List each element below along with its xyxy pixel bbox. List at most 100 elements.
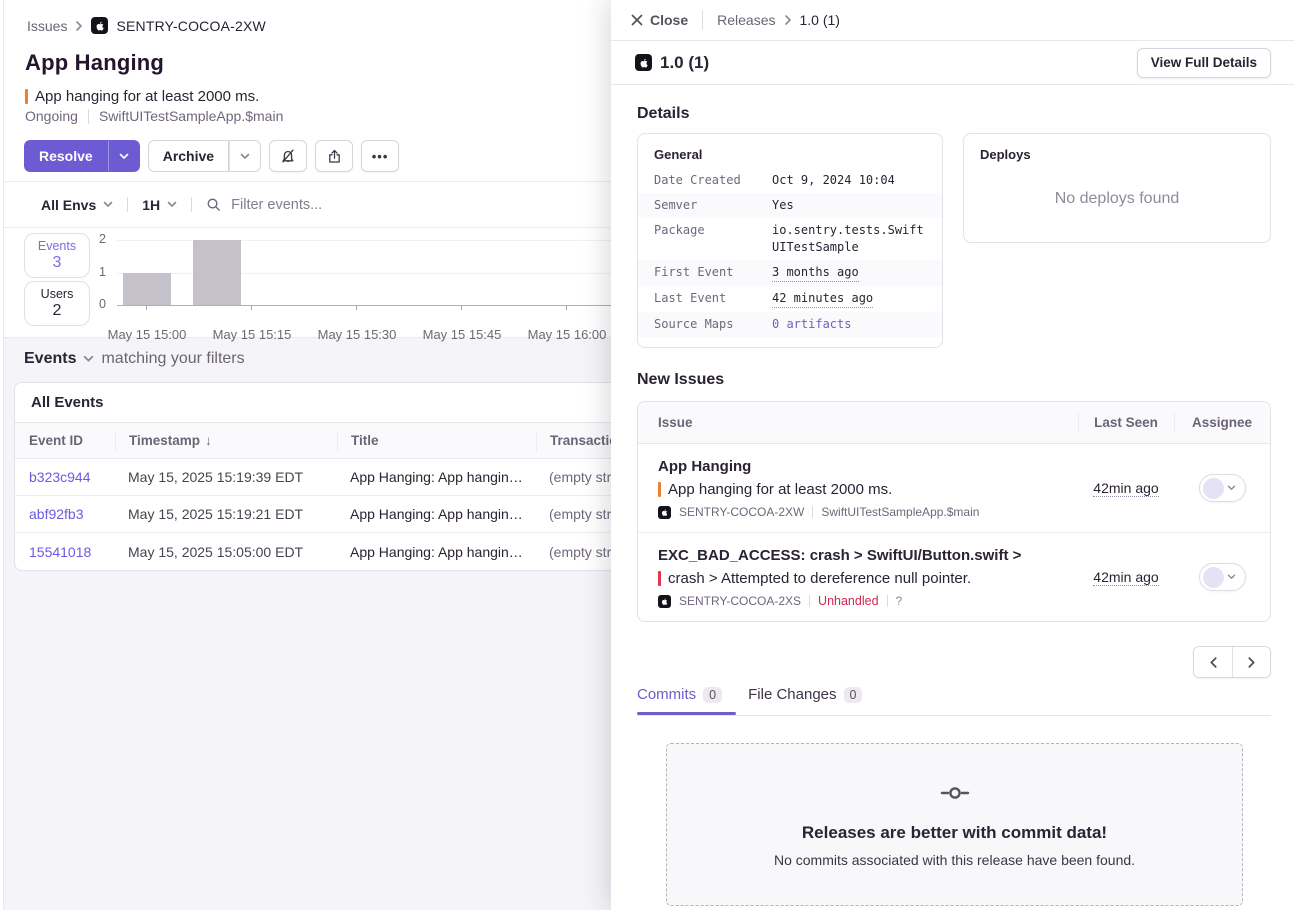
events-heading-label[interactable]: Events bbox=[24, 350, 76, 368]
details-columns: General Date Created Oct 9, 2024 10:04 S… bbox=[637, 133, 1271, 348]
issue-title-link[interactable]: EXC_BAD_ACCESS: crash > SwiftUI/Button.s… bbox=[658, 546, 1068, 565]
breadcrumb: Issues SENTRY-COCOA-2XW bbox=[27, 17, 266, 34]
search-icon bbox=[206, 197, 221, 212]
assignee-dropdown[interactable] bbox=[1199, 474, 1246, 502]
column-header-event-id[interactable]: Event ID bbox=[15, 433, 115, 448]
close-icon bbox=[631, 14, 643, 26]
resolve-dropdown-button[interactable] bbox=[108, 140, 140, 172]
event-title: App Hanging: App hangin… bbox=[337, 544, 536, 560]
last-seen-value[interactable]: 42min ago bbox=[1093, 569, 1158, 586]
tab-file-changes-label: File Changes bbox=[748, 686, 836, 703]
issue-row[interactable]: EXC_BAD_ACCESS: crash > SwiftUI/Button.s… bbox=[638, 533, 1270, 621]
event-timestamp: May 15, 2025 15:19:21 EDT bbox=[115, 506, 337, 522]
column-header-timestamp[interactable]: Timestamp ↓ bbox=[115, 431, 337, 451]
issue-location: SwiftUITestSampleApp.$main bbox=[821, 505, 979, 519]
more-actions-button[interactable]: ••• bbox=[361, 140, 399, 172]
x-axis-tick-label: May 15 16:00 bbox=[517, 327, 617, 342]
divider bbox=[809, 595, 810, 607]
issue-tag-row: SENTRY-COCOA-2XW SwiftUITestSampleApp.$m… bbox=[658, 505, 1068, 519]
issue-meta-row: Ongoing SwiftUITestSampleApp.$main bbox=[25, 108, 283, 124]
breadcrumb-releases-link[interactable]: Releases bbox=[717, 12, 775, 28]
events-heading-suffix: matching your filters bbox=[101, 350, 244, 368]
issue-row[interactable]: App Hanging App hanging for at least 200… bbox=[638, 444, 1270, 533]
date-range-filter[interactable]: 1H bbox=[142, 197, 177, 213]
column-header-title[interactable]: Title bbox=[337, 431, 536, 451]
chevron-down-icon bbox=[1227, 574, 1236, 580]
issue-status: Ongoing bbox=[25, 108, 78, 124]
sentry-issue-page: { "colors": { "accent_purple": "#6C5FC7"… bbox=[0, 0, 1294, 910]
kv-row-source-maps: Source Maps 0 artifacts bbox=[638, 312, 942, 337]
last-seen-cell: 42min ago bbox=[1078, 444, 1174, 532]
chevron-down-icon[interactable] bbox=[83, 355, 94, 363]
chevron-down-icon bbox=[103, 201, 113, 208]
tab-commits[interactable]: Commits 0 bbox=[637, 686, 722, 715]
chevron-left-icon bbox=[1209, 656, 1218, 669]
y-axis-tick-label: 0 bbox=[88, 297, 106, 311]
ellipsis-icon: ••• bbox=[372, 149, 389, 164]
x-axis-tick-label: May 15 15:00 bbox=[97, 327, 197, 342]
x-tick bbox=[251, 305, 252, 310]
archive-dropdown-button[interactable] bbox=[229, 140, 261, 172]
deploys-card-title: Deploys bbox=[980, 147, 1254, 162]
drawer-body: Details General Date Created Oct 9, 2024… bbox=[611, 85, 1294, 906]
x-axis-tick-label: May 15 15:45 bbox=[412, 327, 512, 342]
issue-message-row: App hanging for at least 2000 ms. bbox=[658, 480, 1068, 499]
column-header-issue: Issue bbox=[638, 415, 1078, 430]
breadcrumb-short-id[interactable]: SENTRY-COCOA-2XW bbox=[116, 18, 265, 34]
event-timestamp: May 15, 2025 15:05:00 EDT bbox=[115, 544, 337, 560]
chevron-down-icon bbox=[1227, 485, 1236, 491]
issue-title: App Hanging bbox=[25, 50, 164, 76]
chevron-right-icon bbox=[784, 14, 792, 26]
event-id-link[interactable]: abf92fb3 bbox=[15, 506, 115, 522]
event-id-link[interactable]: b323c944 bbox=[15, 469, 115, 485]
x-axis-tick-label: May 15 15:30 bbox=[307, 327, 407, 342]
event-title: App Hanging: App hangin… bbox=[337, 469, 536, 485]
apple-platform-icon bbox=[658, 595, 671, 608]
resolve-button[interactable]: Resolve bbox=[24, 140, 108, 172]
new-issues-card: Issue Last Seen Assignee App Hanging App… bbox=[637, 401, 1271, 622]
events-stat-toggle[interactable]: Events 3 bbox=[24, 233, 90, 278]
events-stat-label: Events bbox=[38, 239, 76, 253]
question-mark-icon[interactable]: ? bbox=[896, 594, 903, 608]
issue-project-id: SENTRY-COCOA-2XW bbox=[679, 505, 804, 519]
commits-empty-description: No commits associated with this release … bbox=[774, 852, 1135, 868]
event-chart-plot[interactable]: May 15 15:00 May 15 15:15 May 15 15:30 M… bbox=[117, 240, 637, 305]
commits-empty-state: Releases are better with commit data! No… bbox=[666, 743, 1243, 906]
chevron-down-icon bbox=[240, 153, 250, 160]
bell-slash-icon bbox=[279, 147, 297, 165]
issue-summary: App Hanging App hanging for at least 200… bbox=[638, 444, 1078, 532]
issue-title-link[interactable]: App Hanging bbox=[658, 457, 1068, 476]
view-full-details-button[interactable]: View Full Details bbox=[1137, 48, 1271, 78]
tab-file-changes[interactable]: File Changes 0 bbox=[748, 686, 862, 715]
users-stat-value: 2 bbox=[53, 302, 62, 320]
event-id-link[interactable]: 15541018 bbox=[15, 544, 115, 560]
share-button[interactable] bbox=[315, 140, 353, 172]
mute-button[interactable] bbox=[269, 140, 307, 172]
next-page-button[interactable] bbox=[1232, 647, 1270, 677]
x-axis-line bbox=[117, 305, 637, 306]
last-seen-cell: 42min ago bbox=[1078, 533, 1174, 621]
chevron-down-icon bbox=[119, 153, 129, 160]
deploys-card: Deploys No deploys found bbox=[963, 133, 1271, 243]
previous-page-button[interactable] bbox=[1194, 647, 1232, 677]
git-commit-icon bbox=[938, 782, 972, 807]
breadcrumb-release-version: 1.0 (1) bbox=[800, 12, 840, 28]
kv-row-first-event: First Event 3 months ago bbox=[638, 260, 942, 286]
assignee-dropdown[interactable] bbox=[1199, 563, 1246, 591]
close-label: Close bbox=[650, 12, 688, 28]
breadcrumb-issues-link[interactable]: Issues bbox=[27, 18, 67, 34]
environment-filter[interactable]: All Envs bbox=[41, 197, 113, 213]
general-card: General Date Created Oct 9, 2024 10:04 S… bbox=[637, 133, 943, 348]
source-maps-link[interactable]: 0 artifacts bbox=[772, 316, 926, 333]
issue-summary: EXC_BAD_ACCESS: crash > SwiftUI/Button.s… bbox=[638, 533, 1078, 621]
users-stat-toggle[interactable]: Users 2 bbox=[24, 281, 90, 326]
column-header-assignee: Assignee bbox=[1174, 415, 1270, 430]
last-seen-value[interactable]: 42min ago bbox=[1093, 480, 1158, 497]
close-drawer-button[interactable]: Close bbox=[631, 12, 688, 28]
release-drawer: Close Releases 1.0 (1) 1.0 (1) View Full… bbox=[611, 0, 1294, 910]
chevron-right-icon bbox=[1247, 656, 1256, 669]
x-tick bbox=[356, 305, 357, 310]
search-input[interactable] bbox=[231, 197, 531, 213]
divider bbox=[88, 109, 89, 124]
archive-button[interactable]: Archive bbox=[148, 140, 229, 172]
